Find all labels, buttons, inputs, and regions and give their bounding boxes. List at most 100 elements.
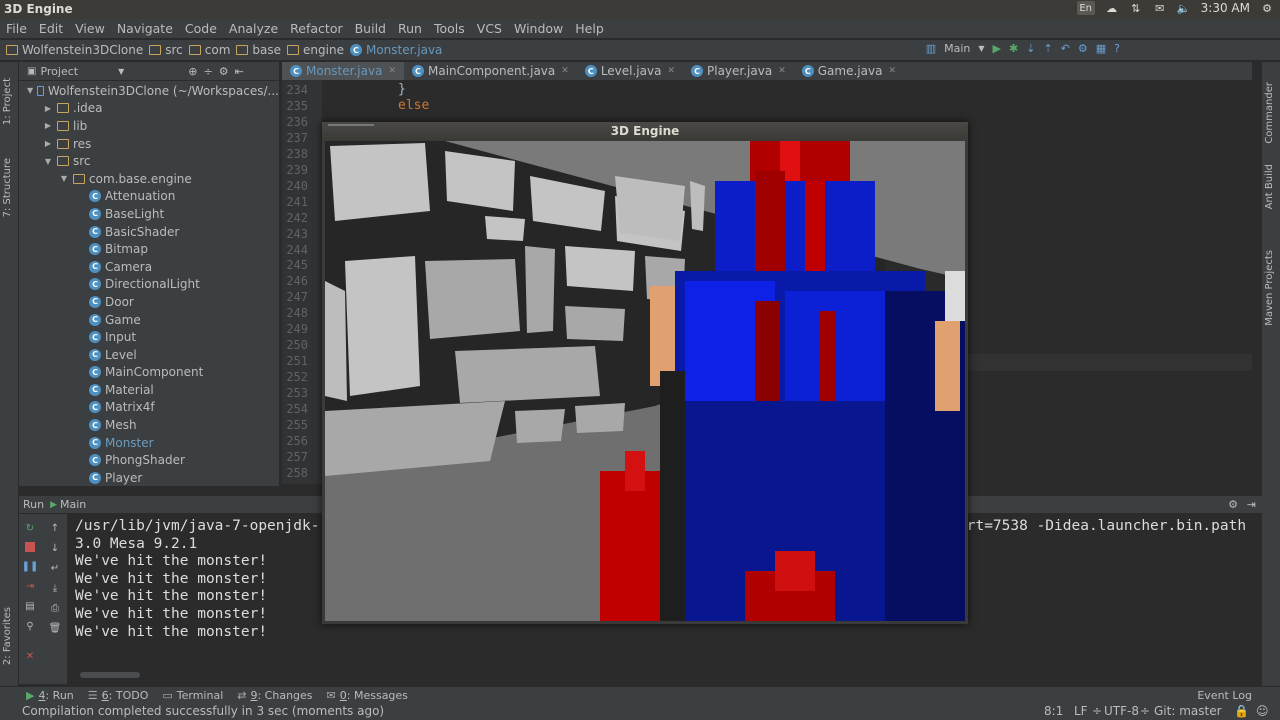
tree-item[interactable]: ▶ lib (19, 117, 279, 135)
rerun-icon[interactable]: ↻ (24, 522, 36, 534)
close-icon[interactable]: ✕ (667, 66, 675, 76)
chevron-right-icon[interactable]: ▶ (43, 121, 53, 130)
settings-icon[interactable]: ⚙ (1078, 42, 1088, 55)
tree-item[interactable]: C Player (19, 469, 279, 487)
clock[interactable]: 3:30 AM (1201, 1, 1250, 15)
close-icon[interactable]: ✕ (24, 650, 36, 662)
gear-icon[interactable]: ⚙ (219, 65, 229, 78)
network-icon[interactable]: ⇅ (1129, 1, 1143, 15)
gear-icon[interactable]: ⚙ (1260, 1, 1274, 15)
chevron-down-icon[interactable]: ▼ (59, 174, 69, 183)
tree-item[interactable]: C Mesh (19, 416, 279, 434)
menu-file[interactable]: File (0, 21, 33, 36)
chevron-right-icon[interactable]: ▶ (43, 139, 53, 148)
tree-item[interactable]: C Material (19, 381, 279, 399)
tree-item[interactable]: C Bitmap (19, 240, 279, 258)
chevron-down-icon[interactable]: ▼ (118, 67, 124, 76)
tool-window-button[interactable]: ☰ 6: TODO (88, 689, 149, 702)
breadcrumb-item[interactable]: base (236, 43, 281, 57)
tree-item[interactable]: ▼ src (19, 152, 279, 170)
hide-icon[interactable]: ⇥ (1247, 498, 1256, 511)
game-window-titlebar[interactable]: 3D Engine (322, 122, 968, 140)
menu-navigate[interactable]: Navigate (111, 21, 179, 36)
chevron-down-icon[interactable]: ▼ (978, 44, 984, 53)
ant-build-tool-button[interactable]: Ant Build (1264, 164, 1275, 209)
sync-icon[interactable]: ⊕ (188, 65, 197, 78)
close-icon[interactable]: ✕ (561, 66, 569, 76)
keyboard-language-indicator[interactable]: En (1076, 1, 1095, 15)
tree-item[interactable]: C PhongShader (19, 451, 279, 469)
pin-icon[interactable]: ⚲ (24, 620, 36, 632)
volume-icon[interactable]: 🔈 (1177, 1, 1191, 15)
down-icon[interactable]: ↓ (49, 542, 61, 554)
tree-item[interactable]: C Monster (19, 434, 279, 452)
chevron-down-icon[interactable]: ▼ (27, 86, 33, 95)
editor-tab[interactable]: C Game.java ✕ (794, 62, 904, 80)
editor-tab[interactable]: C Player.java ✕ (683, 62, 794, 80)
lock-icon[interactable]: 🔒 (1234, 704, 1249, 718)
tree-item[interactable]: C Camera (19, 258, 279, 276)
tree-item[interactable]: C DirectionalLight (19, 276, 279, 294)
tree-item[interactable]: ▶ res (19, 135, 279, 153)
exit-icon[interactable]: ⇥ (24, 580, 36, 592)
collapse-icon[interactable]: ÷ (203, 65, 212, 78)
game-window[interactable]: 3D Engine (322, 122, 968, 624)
menu-edit[interactable]: Edit (33, 21, 69, 36)
inspector-icon[interactable]: ☺ (1256, 704, 1269, 718)
chevron-down-icon[interactable]: ▼ (43, 157, 53, 166)
menu-analyze[interactable]: Analyze (223, 21, 284, 36)
status-message[interactable]: Compilation completed successfully in 3 … (22, 704, 384, 718)
run-config-tab[interactable]: Main (60, 498, 86, 511)
tree-item[interactable]: C BasicShader (19, 223, 279, 241)
project-tool-button[interactable]: 1: Project (2, 78, 13, 125)
run-config-select[interactable]: Main (944, 42, 970, 55)
vcs-commit-icon[interactable]: ⇡ (1043, 42, 1052, 55)
maven-projects-tool-button[interactable]: Maven Projects (1264, 250, 1275, 326)
tree-item[interactable]: C Level (19, 346, 279, 364)
build-icon[interactable]: ▥ (926, 42, 936, 55)
scroll-end-icon[interactable]: ⤓ (49, 582, 61, 594)
structure-tool-button[interactable]: 7: Structure (2, 158, 13, 217)
menu-tools[interactable]: Tools (428, 21, 471, 36)
cloud-icon[interactable]: ☁ (1105, 1, 1119, 15)
chevron-down-icon[interactable]: ÷ (1140, 704, 1150, 718)
menu-vcs[interactable]: VCS (471, 21, 508, 36)
menu-help[interactable]: Help (569, 21, 610, 36)
tree-item[interactable]: C Door (19, 293, 279, 311)
game-viewport[interactable] (325, 141, 965, 621)
pause-icon[interactable]: ❚❚ (22, 560, 39, 572)
vcs-branch[interactable]: Git: master (1154, 704, 1222, 718)
encoding[interactable]: UTF-8 (1104, 704, 1139, 718)
commander-tool-button[interactable]: Commander (1264, 82, 1275, 144)
menu-run[interactable]: Run (392, 21, 428, 36)
line-separator[interactable]: LF (1074, 704, 1088, 718)
tool-window-button[interactable]: ⇄ 9: Changes (237, 689, 312, 702)
tree-item[interactable]: C Matrix4f (19, 399, 279, 417)
breadcrumb-item[interactable]: Wolfenstein3DClone (6, 43, 143, 57)
tree-item[interactable]: ▶ .idea (19, 100, 279, 118)
tree-item[interactable]: C MainComponent (19, 364, 279, 382)
breadcrumb-item[interactable]: engine (287, 43, 344, 57)
stop-icon[interactable] (25, 542, 35, 552)
tree-item[interactable]: C Game (19, 311, 279, 329)
help-icon[interactable]: ? (1114, 42, 1120, 55)
print-icon[interactable]: ⎙ (49, 602, 61, 614)
chevron-down-icon[interactable]: ÷ (1092, 704, 1102, 718)
project-view-select[interactable]: Project (40, 65, 78, 78)
editor-tab[interactable]: C Monster.java ✕ (282, 62, 404, 80)
tree-item[interactable]: ▼ Wolfenstein3DClone (~/Workspaces/... (19, 82, 279, 100)
trash-icon[interactable]: 🗑 (49, 622, 62, 634)
menu-view[interactable]: View (69, 21, 111, 36)
mail-icon[interactable]: ✉ (1153, 1, 1167, 15)
menu-code[interactable]: Code (179, 21, 223, 36)
tree-item[interactable]: C Attenuation (19, 188, 279, 206)
caret-position[interactable]: 8:1 (1044, 704, 1063, 718)
editor-tab[interactable]: C MainComponent.java ✕ (404, 62, 577, 80)
tree-item[interactable]: C BaseLight (19, 205, 279, 223)
breadcrumb-item[interactable]: com (188, 43, 230, 57)
chevron-right-icon[interactable]: ▶ (43, 104, 53, 113)
event-log-button[interactable]: Event Log (1197, 689, 1252, 702)
window-controls[interactable] (328, 124, 374, 129)
up-icon[interactable]: ↑ (49, 522, 61, 534)
tree-item[interactable]: ▼ com.base.engine (19, 170, 279, 188)
